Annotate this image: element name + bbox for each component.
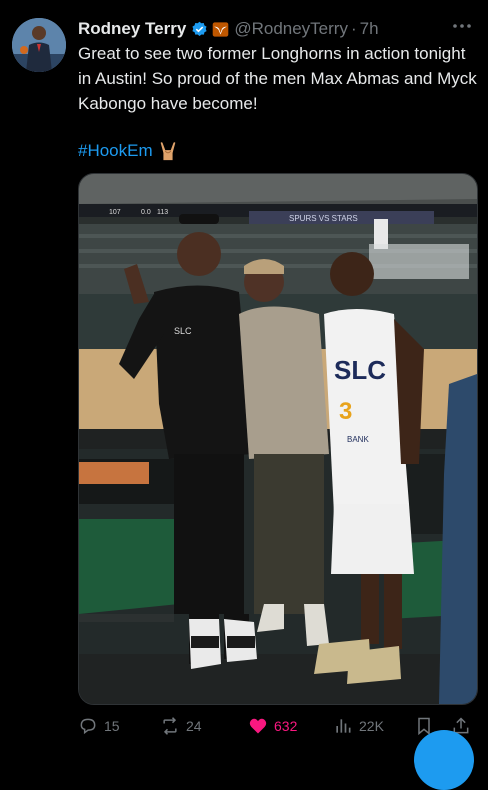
like-count: 632 <box>274 718 298 734</box>
scoreboard-quarter: 0.0 <box>141 209 151 216</box>
views-count: 22K <box>359 718 384 734</box>
scoreboard-right-score: 113 <box>157 209 168 216</box>
retweet-button[interactable]: 24 <box>160 712 202 740</box>
retweet-count: 24 <box>186 718 202 734</box>
jersey-number: 3 <box>339 398 352 425</box>
hashtag-link[interactable]: #HookEm <box>78 141 153 161</box>
action-bar: 15 24 632 22K <box>78 712 478 740</box>
shirt-logo: SLC <box>174 326 192 336</box>
compose-fab[interactable] <box>414 730 474 790</box>
views-icon <box>336 719 351 733</box>
verified-icon <box>192 21 207 36</box>
scoreboard-left-score: 107 <box>109 209 121 216</box>
jersey-sponsor: BANK <box>347 435 369 444</box>
author-handle[interactable]: @RodneyTerry <box>234 19 348 39</box>
tweet-header: Rodney Terry @RodneyTerry · 7h <box>78 17 476 41</box>
reply-icon <box>80 718 96 735</box>
tweet-photo[interactable]: 107 0.0 113 SPURS VS STARS SLC SLC 3 BAN… <box>78 173 478 705</box>
author-name[interactable]: Rodney Terry <box>78 19 186 39</box>
texas-longhorns-icon <box>213 21 229 37</box>
reply-button[interactable]: 15 <box>78 712 120 740</box>
hashtag-line: #HookEm <box>78 138 179 164</box>
jersey-team: SLC <box>334 355 386 385</box>
more-icon[interactable] <box>452 22 472 30</box>
like-button[interactable]: 632 <box>248 712 297 740</box>
scoreboard-banner: SPURS VS STARS <box>289 214 358 223</box>
tweet[interactable]: Rodney Terry @RodneyTerry · 7h Great to … <box>0 0 488 790</box>
views-button[interactable]: 22K <box>333 712 384 740</box>
tweet-text: Great to see two former Longhorns in act… <box>78 44 477 113</box>
avatar[interactable] <box>12 18 66 72</box>
hook-em-horns-icon <box>160 142 175 161</box>
retweet-icon <box>163 717 177 735</box>
reply-count: 15 <box>104 718 120 734</box>
timestamp[interactable]: 7h <box>360 19 379 39</box>
like-icon <box>249 718 267 734</box>
separator-dot: · <box>350 19 357 38</box>
